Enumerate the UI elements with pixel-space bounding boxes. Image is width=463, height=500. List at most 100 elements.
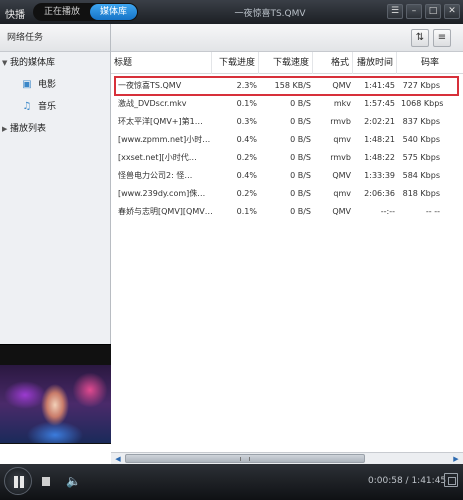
tab-now-playing[interactable]: 正在播放	[34, 4, 90, 20]
table-row[interactable]: [xxset.net][小时代… 0.2% 0 B/S rmvb 1:48:22…	[115, 149, 463, 167]
sidebar-item-label: 电影	[38, 80, 57, 90]
minimize-button[interactable]: –	[406, 4, 422, 19]
list-toolbar: ⇅ ≡	[111, 24, 463, 52]
table-row[interactable]: [www.zpmm.net]小时… 0.4% 0 B/S qmv 1:48:21…	[115, 131, 463, 149]
column-title[interactable]: 标题	[111, 52, 212, 74]
list-view-icon[interactable]: ≡	[433, 29, 451, 47]
cell-title: 怪兽电力公司2: 怪…	[118, 171, 193, 180]
maximize-button[interactable]: □	[425, 4, 441, 19]
fullscreen-button[interactable]	[444, 473, 458, 487]
table-header: 标题 下载进度 下载速度 格式 播放时间 码率	[111, 52, 463, 74]
cell-time: 1:57:45	[364, 99, 395, 108]
video-frame-image	[0, 365, 111, 443]
sidebar: 网络任务 ▼ 我的媒体库 ▣ 电影 ♫ 音乐 ▶ 播放列表	[0, 24, 111, 344]
window-controls: ☰ – □ ✕	[387, 4, 460, 19]
sort-options-icon[interactable]: ⇅	[411, 29, 429, 47]
film-icon: ▣	[22, 79, 32, 90]
table-row[interactable]: 激战_DVDscr.mkv 0.1% 0 B/S mkv 1:57:45 106…	[115, 95, 463, 113]
scrollbar-thumb[interactable]	[125, 454, 365, 463]
cell-format: qmv	[333, 135, 351, 144]
cell-format: QMV	[332, 81, 351, 90]
music-note-icon: ♫	[22, 101, 32, 112]
sidebar-item-label: 音乐	[38, 102, 57, 112]
cell-speed: 0 B/S	[290, 171, 311, 180]
column-download-speed[interactable]: 下载速度	[259, 52, 313, 74]
cell-title: 激战_DVDscr.mkv	[118, 99, 187, 108]
cell-title: 环太平洋[QMV+]第1…	[118, 117, 203, 126]
cell-progress: 0.3%	[236, 117, 257, 126]
cell-speed: 0 B/S	[290, 153, 311, 162]
mode-tabs: 正在播放 媒体库	[33, 3, 139, 21]
sidebar-item-music[interactable]: ♫ 音乐	[0, 96, 110, 118]
volume-icon[interactable]: 🔈	[66, 475, 81, 487]
video-preview[interactable]	[0, 344, 111, 444]
cell-bitrate: 818 Kbps	[402, 189, 440, 198]
cell-format: rmvb	[330, 117, 351, 126]
cell-time: 1:33:39	[364, 171, 395, 180]
scroll-left-arrow-icon[interactable]: ◀	[113, 454, 123, 464]
app-logo: 快播	[5, 10, 25, 21]
table-row[interactable]: [www.239dy.com]侏… 0.2% 0 B/S qmv 2:06:36…	[115, 185, 463, 203]
tab-media-library[interactable]: 媒体库	[90, 4, 138, 20]
cell-format: qmv	[333, 189, 351, 198]
sidebar-item-movies[interactable]: ▣ 电影	[0, 74, 110, 96]
table-row[interactable]: 春娇与志明[QMV][QMV… 0.1% 0 B/S QMV --:-- -- …	[115, 203, 463, 221]
cell-format: rmvb	[330, 153, 351, 162]
cell-title: [xxset.net][小时代…	[118, 153, 197, 162]
column-play-time[interactable]: 播放时间	[353, 52, 397, 74]
cell-time: 2:02:21	[364, 117, 395, 126]
cell-speed: 0 B/S	[290, 135, 311, 144]
cell-format: mkv	[333, 99, 351, 108]
cell-title: [www.239dy.com]侏…	[118, 189, 206, 198]
cell-time: --:--	[380, 207, 395, 216]
cell-time: 1:41:45	[364, 81, 395, 90]
sidebar-item-label: 播放列表	[10, 124, 47, 134]
title-bar: 快播 正在播放 媒体库 一夜惊喜TS.QMV ☰ – □ ✕	[0, 0, 463, 24]
pause-button[interactable]	[4, 467, 32, 495]
column-bitrate[interactable]: 码率	[397, 52, 442, 74]
close-button[interactable]: ✕	[444, 4, 460, 19]
grip-icon	[240, 457, 250, 461]
column-format[interactable]: 格式	[313, 52, 353, 74]
cell-time: 1:48:21	[364, 135, 395, 144]
cell-bitrate: 575 Kbps	[402, 153, 440, 162]
cell-progress: 0.2%	[236, 189, 257, 198]
cell-bitrate: 540 Kbps	[402, 135, 440, 144]
cell-progress: 0.4%	[236, 135, 257, 144]
cell-title: 春娇与志明[QMV][QMV…	[118, 207, 212, 216]
scroll-right-arrow-icon[interactable]: ▶	[451, 454, 461, 464]
playback-time: 0:00:58 / 1:41:45	[368, 476, 447, 486]
playback-controls: 🔈 0:00:58 / 1:41:45	[0, 464, 463, 500]
table-row[interactable]: 怪兽电力公司2: 怪… 0.4% 0 B/S QMV 1:33:39 584 K…	[115, 167, 463, 185]
table-row[interactable]: 一夜惊喜TS.QMV 2.3% 158 KB/S QMV 1:41:45 727…	[114, 76, 459, 96]
cell-bitrate: 727 Kbps	[402, 81, 440, 90]
column-download-progress[interactable]: 下载进度	[212, 52, 259, 74]
cell-speed: 158 KB/S	[274, 81, 311, 90]
cell-speed: 0 B/S	[290, 189, 311, 198]
cell-format: QMV	[332, 171, 351, 180]
cell-title: 一夜惊喜TS.QMV	[118, 81, 182, 90]
cell-progress: 0.2%	[236, 153, 257, 162]
sidebar-item-playlist[interactable]: ▶ 播放列表	[0, 118, 110, 140]
cell-progress: 0.1%	[236, 99, 257, 108]
table-row[interactable]: 环太平洋[QMV+]第1… 0.3% 0 B/S rmvb 2:02:21 83…	[115, 113, 463, 131]
horizontal-scrollbar[interactable]: ◀ ▶	[111, 452, 463, 464]
cell-title: [www.zpmm.net]小时…	[118, 135, 211, 144]
cell-progress: 0.1%	[236, 207, 257, 216]
cell-time: 1:48:22	[364, 153, 395, 162]
stop-button[interactable]	[42, 477, 50, 486]
cell-speed: 0 B/S	[290, 207, 311, 216]
collapsed-triangle-icon[interactable]: ▶	[2, 118, 10, 140]
sidebar-item-my-library[interactable]: ▼ 我的媒体库	[0, 52, 110, 74]
sidebar-item-label: 我的媒体库	[10, 58, 56, 68]
menu-button[interactable]: ☰	[387, 4, 403, 19]
media-table: 标题 下载进度 下载速度 格式 播放时间 码率 一夜惊喜TS.QMV 2.3% …	[111, 52, 463, 446]
sidebar-item-network-tasks[interactable]: 网络任务	[0, 24, 110, 52]
expanded-triangle-icon[interactable]: ▼	[2, 52, 10, 74]
cell-speed: 0 B/S	[290, 117, 311, 126]
cell-bitrate: 584 Kbps	[402, 171, 440, 180]
cell-speed: 0 B/S	[290, 99, 311, 108]
cell-bitrate: 837 Kbps	[402, 117, 440, 126]
window-title: 一夜惊喜TS.QMV	[234, 9, 306, 19]
cell-time: 2:06:36	[364, 189, 395, 198]
